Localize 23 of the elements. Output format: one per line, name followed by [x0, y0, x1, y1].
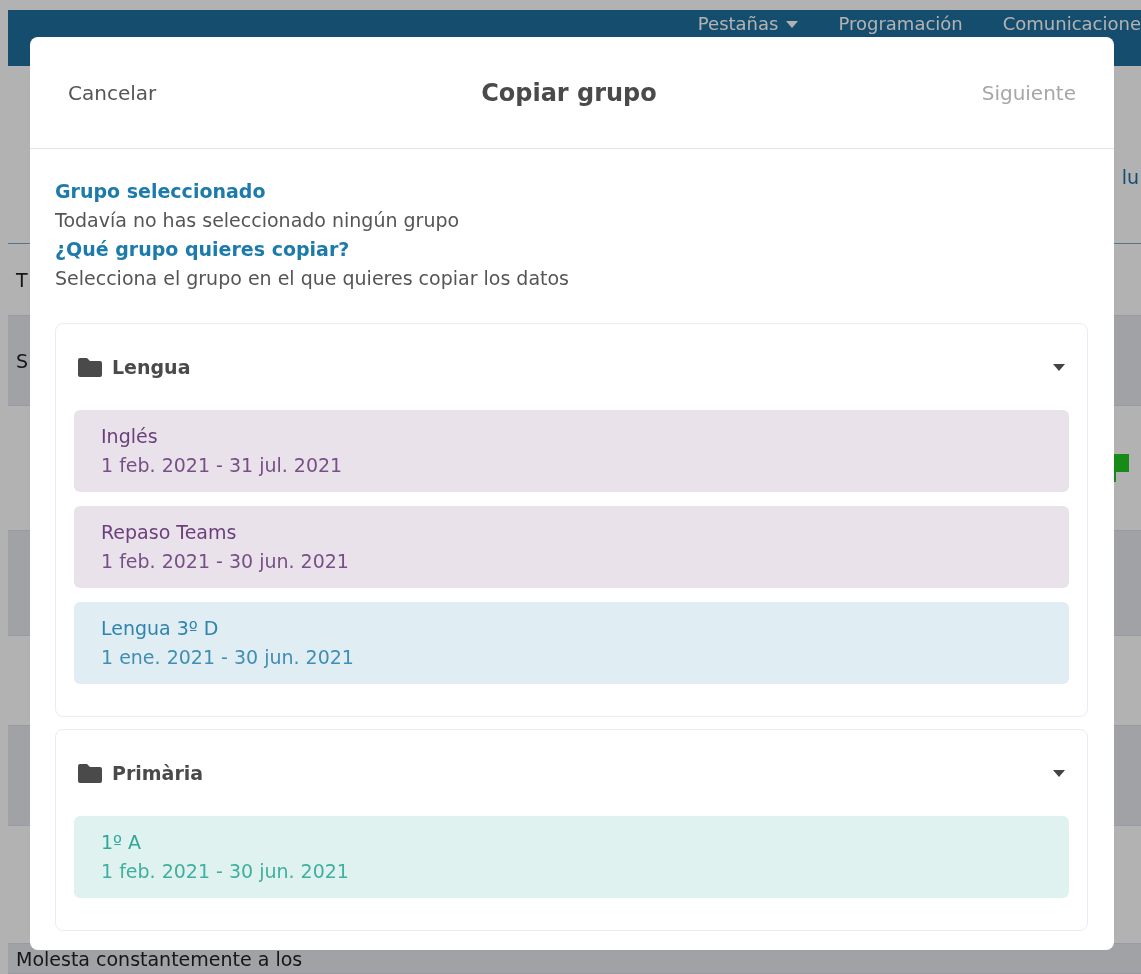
- group-item[interactable]: Repaso Teams 1 feb. 2021 - 30 jun. 2021: [74, 506, 1069, 588]
- section-heading: ¿Qué grupo quieres copiar?: [55, 237, 351, 262]
- group-item[interactable]: Lengua 3º D 1 ene. 2021 - 30 jun. 2021: [74, 602, 1069, 684]
- section-heading: Grupo seleccionado: [55, 179, 267, 204]
- selection-text: Todavía no has seleccionado ningún grupo: [55, 208, 461, 233]
- row-text: Molesta constantemente a los: [16, 947, 303, 970]
- row-text: T: [16, 268, 28, 291]
- cancel-button[interactable]: Cancelar: [68, 80, 157, 105]
- hint-text: Selecciona el grupo en el que quieres copiar los datos: [55, 266, 570, 291]
- column-header: lu: [1121, 166, 1139, 189]
- folder-icon: [78, 357, 102, 377]
- folder-name: Lengua: [112, 356, 191, 378]
- row-text: S: [16, 349, 29, 372]
- dialog-title: Copiar grupo: [481, 78, 657, 107]
- caret-icon[interactable]: [1053, 363, 1065, 371]
- nav-tab[interactable]: Comunicacione: [1002, 13, 1141, 35]
- group-item[interactable]: 1º A 1 feb. 2021 - 30 jun. 2021: [74, 816, 1069, 898]
- nav-tab[interactable]: Programación: [838, 13, 963, 35]
- group-item[interactable]: Inglés 1 feb. 2021 - 31 jul. 2021: [74, 410, 1069, 492]
- folder-icon: [78, 763, 102, 783]
- caret-icon[interactable]: [1053, 769, 1065, 777]
- folder-name: Primària: [112, 762, 204, 784]
- nav-tab[interactable]: Pestañas: [697, 13, 799, 35]
